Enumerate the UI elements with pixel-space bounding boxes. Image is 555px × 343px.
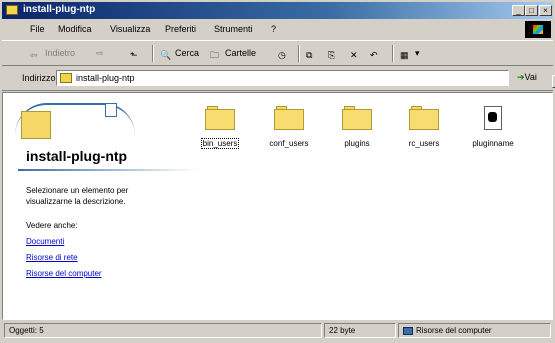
address-bar: Indirizzo install-plug-ntp ▼ ➔Vai: [2, 67, 555, 91]
folder-item[interactable]: rc_users: [394, 106, 454, 148]
description-text: Selezionare un elemento per visualizzarn…: [26, 186, 129, 206]
file-name: rc_users: [408, 139, 440, 148]
close-button[interactable]: ×: [539, 5, 552, 16]
file-name: conf_users: [269, 139, 309, 148]
status-location: Risorse del computer: [398, 323, 551, 338]
folder-item[interactable]: plugins: [327, 106, 387, 148]
toolbar-separator: [392, 45, 394, 62]
file-name: plugins: [344, 139, 370, 148]
move-to-button[interactable]: ⧉: [306, 46, 321, 61]
folders-icon: 🗀: [210, 49, 220, 60]
up-folder-icon: ⬑: [130, 49, 138, 60]
file-item[interactable]: pluginname: [463, 106, 523, 148]
toolbar: ⇦ Indietro ⇨ ⬑ 🔍 Cerca 🗀 Cartelle ◷ ⧉ ⎘ ✕ ↶…: [2, 40, 553, 66]
file-name: bin_users: [200, 138, 240, 149]
file-icon: [478, 106, 508, 130]
link-risorse-di-rete[interactable]: Risorse di rete: [26, 253, 78, 262]
undo-button[interactable]: ↶: [370, 46, 385, 61]
menu-modifica[interactable]: Modifica: [58, 24, 92, 34]
back-arrow-icon: ⇦: [30, 49, 38, 60]
address-value: install-plug-ntp: [76, 73, 135, 83]
folder-icon: [342, 106, 372, 130]
see-also-label: Vedere anche:: [26, 221, 78, 230]
views-button[interactable]: ▦ ▾: [400, 46, 420, 61]
forward-button[interactable]: ⇨: [96, 46, 104, 61]
undo-icon: ↶: [370, 49, 378, 60]
status-location-label: Risorse del computer: [416, 326, 492, 335]
back-button[interactable]: ⇦ Indietro: [30, 46, 75, 61]
address-input[interactable]: install-plug-ntp ▼: [56, 70, 555, 88]
windows-logo-icon: [525, 21, 551, 38]
window-title: install-plug-ntp: [23, 4, 96, 15]
search-button[interactable]: 🔍 Cerca: [160, 46, 199, 61]
explorer-window: install-plug-ntp _ □ × File Modifica Vis…: [0, 0, 555, 343]
menu-help[interactable]: ?: [271, 24, 276, 34]
status-bar: Oggetti: 5 22 byte Risorse del computer: [2, 321, 553, 341]
folders-label: Cartelle: [225, 48, 257, 58]
menu-file[interactable]: File: [30, 24, 45, 34]
menu-strumenti[interactable]: Strumenti: [214, 24, 253, 34]
divider: [18, 169, 198, 171]
folder-item[interactable]: conf_users: [259, 106, 319, 148]
folder-icon: [6, 5, 18, 15]
folder-banner: [13, 101, 163, 145]
history-button[interactable]: ◷: [278, 46, 293, 61]
views-icon: ▦: [400, 49, 409, 60]
address-label: Indirizzo: [22, 73, 56, 83]
title-bar[interactable]: install-plug-ntp _ □ ×: [2, 2, 553, 19]
back-label: Indietro: [45, 48, 76, 58]
search-label: Cerca: [175, 48, 200, 58]
up-folder-button[interactable]: ⬑: [130, 46, 145, 61]
folder-title: install-plug-ntp: [26, 148, 128, 164]
copy-to-button[interactable]: ⎘: [328, 46, 343, 61]
go-button[interactable]: ➔Vai: [517, 72, 537, 83]
folder-icon: [274, 106, 304, 130]
folder-icon: [205, 106, 235, 130]
maximize-button[interactable]: □: [525, 5, 538, 16]
folder-content: install-plug-ntp Selezionare un elemento…: [2, 92, 553, 320]
go-label: Vai: [524, 72, 537, 82]
menu-bar: File Modifica Visualizza Preferiti Strum…: [2, 20, 553, 39]
folders-button[interactable]: 🗀 Cartelle: [210, 46, 256, 61]
status-size: 22 byte: [324, 323, 396, 338]
link-documenti[interactable]: Documenti: [26, 237, 64, 246]
menu-visualizza[interactable]: Visualizza: [110, 24, 150, 34]
copy-to-icon: ⎘: [328, 49, 336, 60]
minimize-button[interactable]: _: [512, 5, 525, 16]
history-icon: ◷: [278, 49, 286, 60]
search-icon: 🔍: [160, 49, 172, 60]
delete-button[interactable]: ✕: [350, 46, 365, 61]
toolbar-separator: [298, 45, 300, 62]
status-objects: Oggetti: 5: [4, 323, 322, 338]
computer-icon: [403, 326, 413, 335]
folder-icon: [409, 106, 439, 130]
file-name: pluginname: [472, 139, 514, 148]
delete-icon: ✕: [350, 49, 358, 60]
toolbar-separator: [152, 45, 154, 62]
folder-icon: [21, 111, 51, 139]
window-icon: [105, 103, 117, 117]
move-to-icon: ⧉: [306, 49, 313, 60]
link-risorse-del-computer[interactable]: Risorse del computer: [26, 269, 102, 278]
go-arrow-icon: ➔: [517, 72, 525, 82]
menu-preferiti[interactable]: Preferiti: [165, 24, 196, 34]
folder-icon: [60, 73, 72, 83]
folder-item[interactable]: bin_users: [190, 106, 250, 149]
